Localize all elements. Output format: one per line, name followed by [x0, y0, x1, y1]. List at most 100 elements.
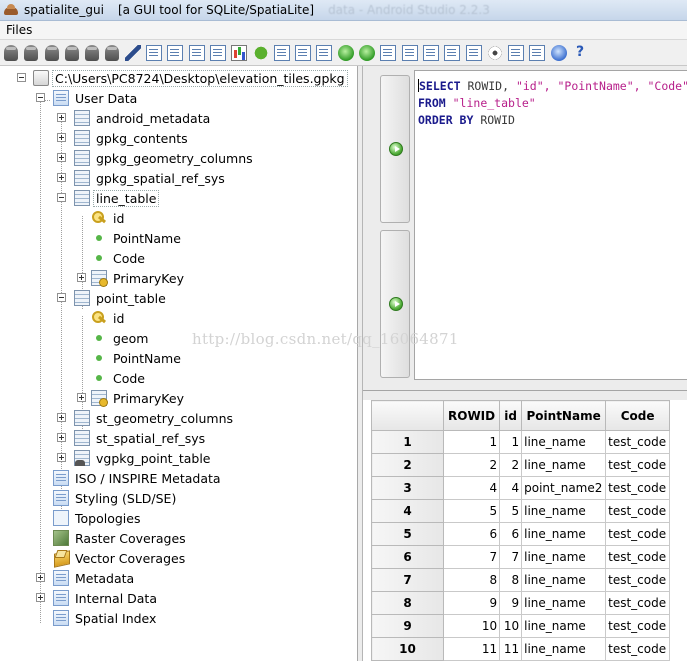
db-connect-icon[interactable] [4, 44, 18, 61]
xl-icon[interactable] [401, 44, 418, 61]
collapse-icon[interactable] [17, 73, 26, 82]
id-cell[interactable]: 8 [499, 568, 523, 592]
id-cell[interactable]: 10 [499, 614, 523, 638]
pointname-cell[interactable]: line_name [521, 614, 607, 638]
expand-icon[interactable] [57, 113, 66, 122]
tree-metadata[interactable]: Metadata [36, 568, 136, 588]
rowid-cell[interactable]: 1 [442, 430, 501, 454]
tree-table-gpkg-spatial-ref-sys[interactable]: gpkg_spatial_ref_sys [57, 168, 227, 188]
rowid-cell[interactable]: 8 [442, 568, 501, 592]
execute-sql-button[interactable] [380, 75, 410, 223]
help-icon[interactable] [572, 44, 588, 61]
tree-primary-key[interactable]: PrimaryKey [77, 268, 186, 288]
id-cell[interactable]: 7 [499, 545, 523, 569]
pointname-cell[interactable]: line_name [521, 453, 607, 477]
rowid-cell[interactable]: 5 [442, 499, 501, 523]
db-new-icon[interactable] [44, 44, 59, 61]
code-cell[interactable]: test_code [605, 591, 671, 615]
tree-column-pointname[interactable]: PointName [91, 348, 183, 368]
id-cell[interactable]: 4 [499, 476, 523, 500]
collapse-icon[interactable] [57, 293, 66, 302]
collapse-icon[interactable] [57, 193, 66, 202]
tree-spatial-index[interactable]: Spatial Index [36, 608, 158, 628]
collapse-icon[interactable] [36, 93, 45, 102]
tree-view-vgpkg-point-table[interactable]: vgpkg_point_table [57, 448, 212, 468]
code-cell[interactable]: test_code [605, 614, 671, 638]
rowid-cell[interactable]: 10 [442, 614, 501, 638]
table-row[interactable]: 5 6 6 line_name test_code [371, 522, 671, 546]
row-number-cell[interactable]: 1 [371, 430, 444, 454]
tree-iso-metadata[interactable]: ISO / INSPIRE Metadata [36, 468, 223, 488]
green-go-icon[interactable] [337, 44, 354, 61]
row-number-cell[interactable]: 8 [371, 591, 444, 615]
tree-raster-coverages[interactable]: Raster Coverages [36, 528, 188, 548]
tree-column-code[interactable]: Code [91, 248, 147, 268]
pointname-cell[interactable]: line_name [521, 568, 607, 592]
rowid-cell[interactable]: 9 [442, 591, 501, 615]
tree-column-geom[interactable]: geom [91, 328, 150, 348]
tree-root-db[interactable]: C:\Users\PC8724\Desktop\elevation_tiles.… [17, 68, 348, 88]
code-cell[interactable]: test_code [605, 499, 671, 523]
tree-column-id[interactable]: id [91, 208, 126, 228]
list-icon[interactable] [529, 44, 546, 61]
tree-vector-coverages[interactable]: Vector Coverages [36, 548, 187, 568]
tree-table-st-geometry-columns[interactable]: st_geometry_columns [57, 408, 235, 428]
db-save-icon[interactable] [85, 44, 100, 61]
db-memory-icon[interactable] [64, 44, 79, 61]
doc-icon[interactable] [295, 44, 312, 61]
sql-script-icon[interactable] [146, 44, 163, 61]
svg-icon[interactable] [465, 44, 482, 61]
column-header-rowid[interactable]: ROWID [442, 400, 501, 431]
pointname-cell[interactable]: line_name [521, 522, 607, 546]
row-number-cell[interactable]: 5 [371, 522, 444, 546]
wfs-icon[interactable] [316, 44, 333, 61]
table-row[interactable]: 7 8 8 line_name test_code [371, 568, 671, 592]
tree-column-pointname[interactable]: PointName [91, 228, 183, 248]
tree-column-id[interactable]: id [91, 308, 126, 328]
tree-styling[interactable]: Styling (SLD/SE) [36, 488, 178, 508]
chart-icon[interactable] [231, 44, 248, 61]
tree-internal-data[interactable]: Internal Data [36, 588, 159, 608]
code-cell[interactable]: test_code [605, 637, 671, 661]
expand-icon[interactable] [57, 133, 66, 142]
row-number-cell[interactable]: 10 [371, 637, 444, 661]
id-cell[interactable]: 1 [499, 430, 523, 454]
row-number-cell[interactable]: 7 [371, 568, 444, 592]
expand-icon[interactable] [57, 413, 66, 422]
code-cell[interactable]: test_code [605, 430, 671, 454]
pointname-cell[interactable]: line_name [521, 499, 607, 523]
green-network-icon[interactable] [359, 44, 376, 61]
table-row[interactable]: 6 7 7 line_name test_code [371, 545, 671, 569]
table-icon[interactable] [422, 44, 439, 61]
table-row[interactable]: 3 4 4 point_name2 test_code [371, 476, 671, 500]
tree-table-android-metadata[interactable]: android_metadata [57, 108, 212, 128]
column-header-code[interactable]: Code [605, 400, 671, 431]
expand-icon[interactable] [57, 433, 66, 442]
dbf-icon[interactable] [380, 44, 397, 61]
connect-icon[interactable] [550, 44, 567, 61]
sql-load-icon[interactable] [167, 44, 184, 61]
code-cell[interactable]: test_code [605, 476, 671, 500]
db-disconnect-icon[interactable] [24, 44, 39, 61]
code-cell[interactable]: test_code [605, 522, 671, 546]
id-cell[interactable]: 9 [499, 591, 523, 615]
pointname-cell[interactable]: line_name [521, 545, 607, 569]
expand-icon[interactable] [77, 393, 86, 402]
rowid-cell[interactable]: 11 [442, 637, 501, 661]
tree-table-gpkg-geometry-columns[interactable]: gpkg_geometry_columns [57, 148, 255, 168]
pen-icon[interactable] [124, 44, 141, 61]
tree-user-data[interactable]: User Data [36, 88, 139, 108]
row-number-cell[interactable]: 9 [371, 614, 444, 638]
expand-icon[interactable] [77, 273, 86, 282]
row-number-cell[interactable]: 6 [371, 545, 444, 569]
rowid-cell[interactable]: 2 [442, 453, 501, 477]
rowid-cell[interactable]: 4 [442, 476, 501, 500]
expand-icon[interactable] [57, 153, 66, 162]
id-cell[interactable]: 5 [499, 499, 523, 523]
id-cell[interactable]: 2 [499, 453, 523, 477]
column-header-pointname[interactable]: PointName [521, 400, 607, 431]
pointname-cell[interactable]: line_name [521, 637, 607, 661]
table-row[interactable]: 1 1 1 line_name test_code [371, 430, 671, 454]
pointname-cell[interactable]: point_name2 [521, 476, 607, 500]
tree-topologies[interactable]: Topologies [36, 508, 142, 528]
